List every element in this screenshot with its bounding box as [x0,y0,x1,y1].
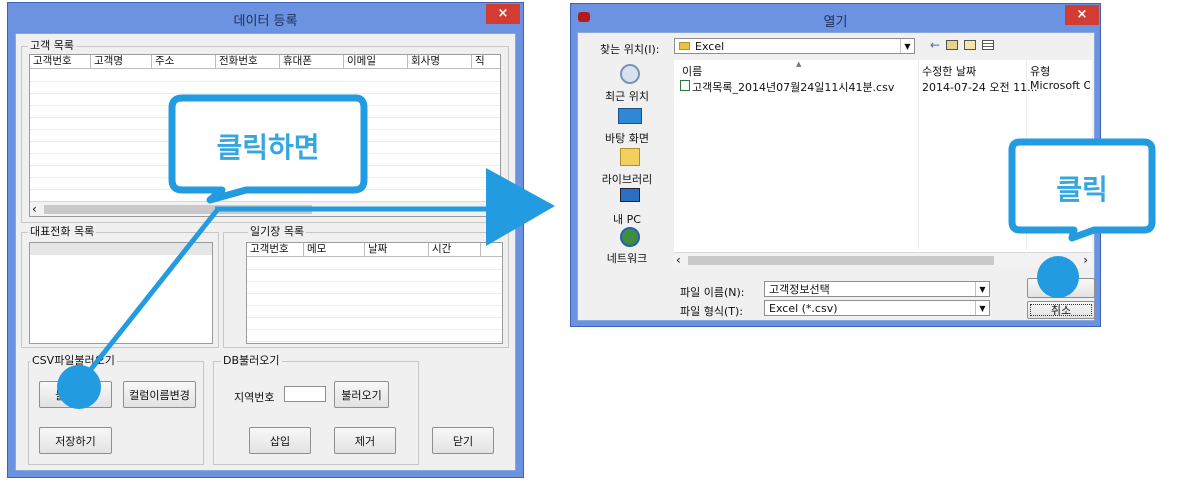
filetype-label: 파일 형식(T): [680,305,743,318]
dialog-close-button[interactable]: × [1065,5,1099,25]
diary-list-view[interactable]: 고객번호 메모 날짜 시간 [246,242,503,344]
col-header-type[interactable]: 유형 [1030,63,1050,79]
column-header[interactable]: 휴대폰 [280,55,344,68]
insert-button[interactable]: 삽입 [249,427,311,454]
place-label[interactable]: 라이브러리 [584,171,670,187]
column-header[interactable]: 고객명 [91,55,152,68]
view-menu-icon[interactable] [982,40,994,50]
place-label[interactable]: 내 PC [584,211,670,227]
network-icon[interactable] [620,227,640,247]
column-header[interactable]: 직 [472,55,500,68]
scroll-left-icon[interactable]: ‹ [676,253,681,267]
this-pc-icon[interactable] [620,188,640,202]
column-header[interactable]: 전화번호 [216,55,280,68]
file-name: 고객목록_2014년07월24일11시41분.csv [692,81,895,94]
diary-label: 일기장 목록 [248,225,307,238]
chevron-down-icon[interactable]: ▼ [975,301,989,315]
filename-label: 파일 이름(N): [680,286,745,299]
filename-value: 고객정보선택 [769,283,830,296]
col-header-modified[interactable]: 수정한 날짜 [922,63,976,79]
rep-phone-list[interactable] [29,242,213,344]
csv-file-icon [680,80,690,91]
db-group-label: DB불러오기 [221,354,282,367]
new-folder-icon[interactable] [964,40,976,50]
horizontal-scrollbar[interactable]: ‹ › [674,252,1092,267]
column-header[interactable]: 고객번호 [30,55,91,68]
col-header-name[interactable]: 이름 [682,63,702,79]
selected-row[interactable] [30,243,212,255]
file-modified: 2014-07-24 오전 11... [922,81,1038,94]
area-code-input[interactable] [284,386,326,402]
diary-list-header: 고객번호 메모 날짜 시간 [247,243,502,257]
filename-input[interactable]: 고객정보선택 ▼ [764,281,990,297]
filetype-value: Excel (*.csv) [769,301,838,315]
column-header[interactable]: 이메일 [344,55,408,68]
dialog-title-bar: 열기 × [571,4,1100,34]
dialog-title: 열기 [823,15,848,30]
libraries-icon[interactable] [620,148,640,166]
scroll-left-icon[interactable]: ‹ [32,202,37,216]
click-marker-right [1037,256,1079,298]
folder-icon [679,42,690,50]
horizontal-scrollbar[interactable]: ‹ [30,201,500,216]
close-button[interactable]: 닫기 [432,427,494,454]
look-in-value: Excel [695,39,725,53]
click-marker-left [57,365,101,409]
column-header[interactable]: 메모 [304,243,365,256]
look-in-label: 찾는 위치(I): [600,43,660,56]
scroll-right-icon[interactable]: › [1083,253,1088,267]
bubble-text-right: 클릭 [1056,173,1108,206]
file-list[interactable]: 이름 ▲ 수정한 날짜 유형 고객목록_2014년07월24일11시41분.cs… [674,60,1092,267]
place-label[interactable]: 바탕 화면 [584,130,670,146]
look-in-dropdown[interactable]: Excel ▼ [674,38,915,54]
column-header[interactable]: 고객번호 [247,243,304,256]
chevron-down-icon[interactable]: ▼ [975,282,989,296]
chevron-down-icon[interactable]: ▼ [900,39,914,53]
close-window-button[interactable]: × [486,4,520,24]
places-bar: 최근 위치 바탕 화면 라이브러리 내 PC 네트워크 [584,60,670,266]
column-header[interactable]: 회사명 [408,55,472,68]
customer-list-header: 고객번호 고객명 주소 전화번호 휴대폰 이메일 회사명 직 [30,55,500,69]
column-header[interactable]: 날짜 [365,243,429,256]
up-folder-icon[interactable] [946,40,958,50]
customer-list-label: 고객 목록 [28,39,76,52]
rename-columns-button[interactable]: 컬럼이름변경 [123,381,196,408]
open-file-dialog: 열기 × 찾는 위치(I): Excel ▼ ← 최근 위치 바탕 화면 라이브… [570,3,1101,327]
area-code-label: 지역번호 [234,391,275,404]
scrollbar-thumb[interactable] [44,205,312,214]
title-bar: 데이터 등록 × [8,3,523,33]
rep-phone-label: 대표전화 목록 [28,225,97,238]
window-title: 데이터 등록 [233,14,298,29]
desktop-icon[interactable] [618,108,642,124]
db-load-button[interactable]: 불러오기 [334,381,389,408]
place-label[interactable]: 최근 위치 [584,88,670,104]
scrollbar-thumb[interactable] [688,256,994,265]
bubble-text-left: 클릭하면 [216,131,320,164]
sort-up-icon: ▲ [796,60,802,68]
filetype-dropdown[interactable]: Excel (*.csv) ▼ [764,300,990,316]
column-header[interactable]: 주소 [152,55,216,68]
file-type: Microsoft Offic [1030,79,1090,92]
column-header[interactable]: 시간 [429,243,481,256]
diary-list-rows [247,258,502,343]
delete-button[interactable]: 제거 [334,427,396,454]
cancel-button[interactable]: 취소 [1027,301,1095,319]
save-button[interactable]: 저장하기 [39,427,112,454]
recent-places-icon[interactable] [620,64,640,84]
back-arrow-icon[interactable]: ← [930,38,940,52]
file-row[interactable]: 고객목록_2014년07월24일11시41분.csv 2014-07-24 오전… [678,79,1092,94]
place-label[interactable]: 네트워크 [584,250,670,266]
